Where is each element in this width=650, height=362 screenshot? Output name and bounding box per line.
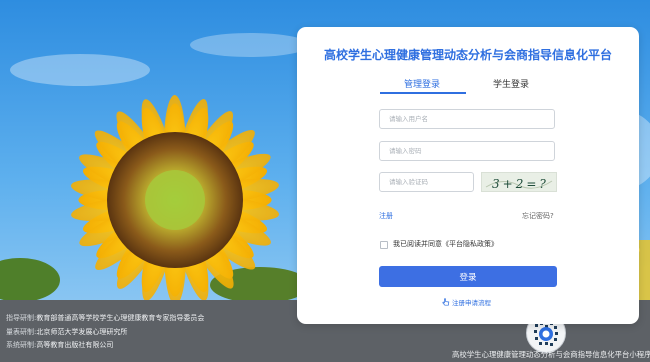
credit-key: 量表研制: bbox=[6, 327, 37, 336]
footer-line: 量表研制:北京师范大学发展心理研究所 bbox=[6, 326, 204, 340]
captcha-text: 3+2=? bbox=[492, 177, 549, 191]
apply-process-label: 注册申请流程 bbox=[452, 299, 491, 307]
credit-key: 指导研制: bbox=[6, 314, 37, 322]
login-button[interactable]: 登录 bbox=[379, 266, 557, 287]
platform-title: 高校学生心理健康管理动态分析与会商指导信息化平台 bbox=[323, 48, 612, 62]
tab-active-indicator bbox=[380, 92, 466, 94]
login-card: 高校学生心理健康管理动态分析与会商指导信息化平台 管理登录 学生登录 3+2=?… bbox=[297, 27, 639, 324]
privacy-policy-link[interactable]: 《平台隐私政策》 bbox=[442, 240, 498, 248]
agree-checkbox[interactable] bbox=[380, 241, 388, 249]
password-input[interactable] bbox=[379, 141, 555, 161]
hand-pointer-icon bbox=[442, 298, 450, 306]
tab-admin-login[interactable]: 管理登录 bbox=[404, 77, 440, 90]
tab-student-login[interactable]: 学生登录 bbox=[493, 77, 529, 90]
footer-line: 系统研制:高等教育出版社有限公司 bbox=[6, 339, 204, 353]
credit-value: 教育部普通高等学校学生心理健康教育专家指导委员会 bbox=[36, 314, 205, 322]
credit-key: 系统研制: bbox=[6, 341, 37, 349]
agree-label: 我已阅读并同意《平台隐私政策》 bbox=[393, 239, 498, 249]
username-input[interactable] bbox=[379, 109, 555, 129]
credit-value: 北京师范大学发展心理研究所 bbox=[36, 327, 128, 336]
miniprogram-caption: 高校学生心理健康管理动态分析与会商指导信息化平台小程序 bbox=[452, 350, 650, 359]
footer-credits: 指导研制:教育部普通高等学校学生心理健康教育专家指导委员会 量表研制:北京师范大… bbox=[6, 312, 204, 353]
footer-line: 指导研制:教育部普通高等学校学生心理健康教育专家指导委员会 bbox=[6, 312, 204, 326]
apply-process-link[interactable]: 注册申请流程 bbox=[442, 297, 491, 307]
forgot-password-link[interactable]: 忘记密码? bbox=[522, 211, 554, 221]
captcha-image[interactable]: 3+2=? bbox=[481, 172, 557, 192]
register-link[interactable]: 注册 bbox=[379, 211, 393, 221]
agree-prefix: 我已阅读并同意 bbox=[393, 240, 442, 248]
credit-value: 高等教育出版社有限公司 bbox=[36, 341, 114, 349]
captcha-input[interactable] bbox=[379, 172, 474, 192]
